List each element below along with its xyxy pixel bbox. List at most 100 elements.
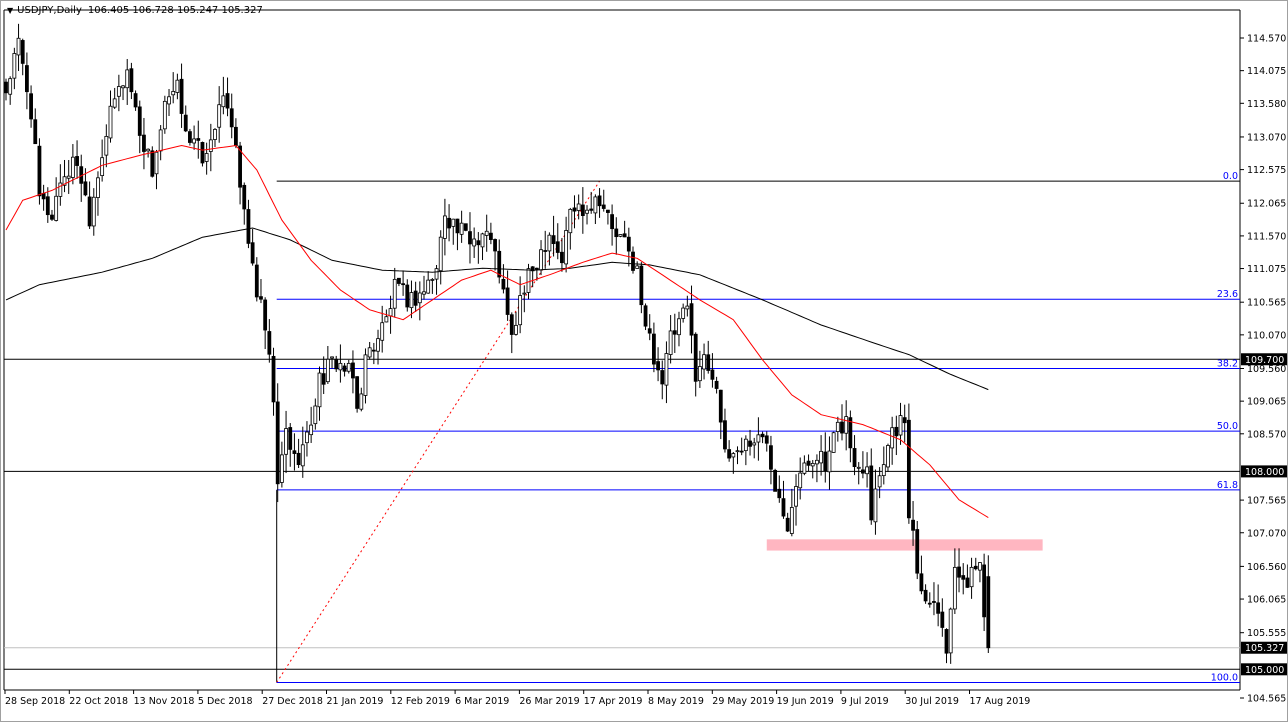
bull-candle — [802, 462, 807, 474]
y-tick-label: 114.570 — [1247, 34, 1286, 45]
bear-candle — [560, 251, 564, 264]
bull-candle — [685, 305, 690, 310]
bear-candle — [259, 296, 263, 300]
bull-candle — [451, 218, 456, 227]
bull-candle — [112, 98, 117, 108]
bear-candle — [397, 277, 401, 284]
bear-candle — [296, 452, 301, 465]
bull-candle — [430, 279, 435, 281]
bear-candle — [936, 602, 941, 614]
bull-candle — [108, 105, 113, 139]
bear-candle — [509, 314, 514, 335]
bear-candle — [906, 419, 911, 519]
moving-average-200 — [5, 227, 989, 391]
bear-candle — [714, 380, 719, 389]
bear-candle — [727, 449, 732, 459]
bear-candle — [927, 602, 932, 605]
bull-candle — [66, 175, 71, 179]
bear-candle — [639, 265, 644, 306]
bear-candle — [693, 333, 698, 382]
bear-candle — [769, 445, 773, 470]
bear-candle — [919, 573, 924, 592]
bear-candle — [986, 576, 991, 649]
bull-candle — [789, 507, 794, 534]
y-tick-label: 113.070 — [1247, 132, 1286, 143]
price-chart[interactable]: 0.0 23.6 38.2 50.0 61.8 100.0 114.570 114.075 11… — [0, 0, 1288, 722]
bull-candle — [8, 78, 13, 95]
bull-candle — [518, 295, 523, 326]
y-tick-label: 110.070 — [1247, 330, 1286, 341]
bear-candle — [24, 65, 29, 93]
bull-candle — [70, 156, 75, 178]
bear-candle — [133, 93, 138, 108]
bull-candle — [480, 233, 485, 248]
y-tick-label: 107.565 — [1247, 496, 1286, 507]
bull-candle — [204, 153, 209, 162]
bear-candle — [497, 250, 502, 278]
fib-trendline — [276, 180, 600, 683]
bull-candle — [756, 434, 761, 443]
price-label: 108.000 — [1245, 467, 1284, 478]
bull-candle — [702, 354, 706, 370]
bull-candle — [167, 96, 171, 105]
bull-candle — [162, 100, 167, 130]
support-resistance-zone — [766, 539, 1043, 551]
bear-candle — [957, 566, 961, 578]
fib-level-label: 50.0 — [1217, 421, 1238, 432]
bull-candle — [442, 215, 447, 239]
bull-candle — [325, 358, 330, 383]
y-tick-label: 105.555 — [1247, 628, 1286, 639]
bear-candle — [973, 565, 978, 570]
x-tick-label: 17 Apr 2019 — [584, 696, 643, 707]
x-tick-label: 9 Jul 2019 — [841, 696, 889, 707]
bear-candle — [447, 217, 451, 229]
bull-candle — [279, 454, 284, 483]
bear-candle — [643, 305, 648, 327]
bear-candle — [660, 370, 665, 385]
bull-candle — [798, 472, 803, 489]
bear-candle — [179, 78, 184, 114]
bear-candle — [493, 239, 497, 252]
bear-candle — [894, 426, 899, 437]
fib-level-label: 0.0 — [1223, 171, 1238, 182]
fib-level-label: 23.6 — [1217, 289, 1238, 300]
dropdown-triangle-icon[interactable]: ▼ — [7, 6, 13, 15]
bull-candle — [12, 53, 17, 79]
bull-candle — [363, 354, 368, 396]
bull-candle — [417, 292, 422, 304]
bull-candle — [426, 279, 431, 294]
bear-candle — [137, 106, 142, 136]
bull-candle — [844, 416, 849, 434]
chart-title: ▼ USDJPY,Daily 106.405 106.728 105.247 105… — [7, 5, 263, 16]
bear-candle — [505, 287, 510, 315]
bull-candle — [873, 488, 878, 523]
bull-candle — [522, 292, 527, 295]
bull-candle — [618, 234, 623, 237]
bear-candle — [710, 369, 715, 380]
bear-candle — [656, 361, 660, 371]
bull-candle — [96, 177, 100, 198]
bear-candle — [129, 68, 134, 93]
bull-candle — [948, 608, 953, 654]
bear-candle — [915, 529, 920, 574]
bear-candle — [75, 156, 79, 166]
bull-candle — [175, 79, 180, 93]
bull-candle — [380, 322, 385, 341]
bull-candle — [384, 316, 389, 323]
bull-candle — [831, 432, 836, 453]
bull-candle — [305, 431, 309, 444]
bear-candle — [37, 145, 42, 197]
bear-candle — [723, 420, 727, 450]
bear-candle — [631, 251, 635, 271]
bull-candle — [192, 138, 197, 144]
x-tick-label: 6 Mar 2019 — [455, 696, 509, 707]
bull-candle — [116, 86, 121, 97]
bull-candle — [564, 230, 569, 265]
bear-candle — [622, 233, 627, 238]
bull-candle — [125, 69, 130, 89]
bull-candle — [952, 566, 957, 610]
bull-candle — [697, 366, 702, 382]
bear-candle — [672, 330, 677, 335]
bear-candle — [543, 250, 548, 252]
bull-candle — [794, 486, 798, 507]
